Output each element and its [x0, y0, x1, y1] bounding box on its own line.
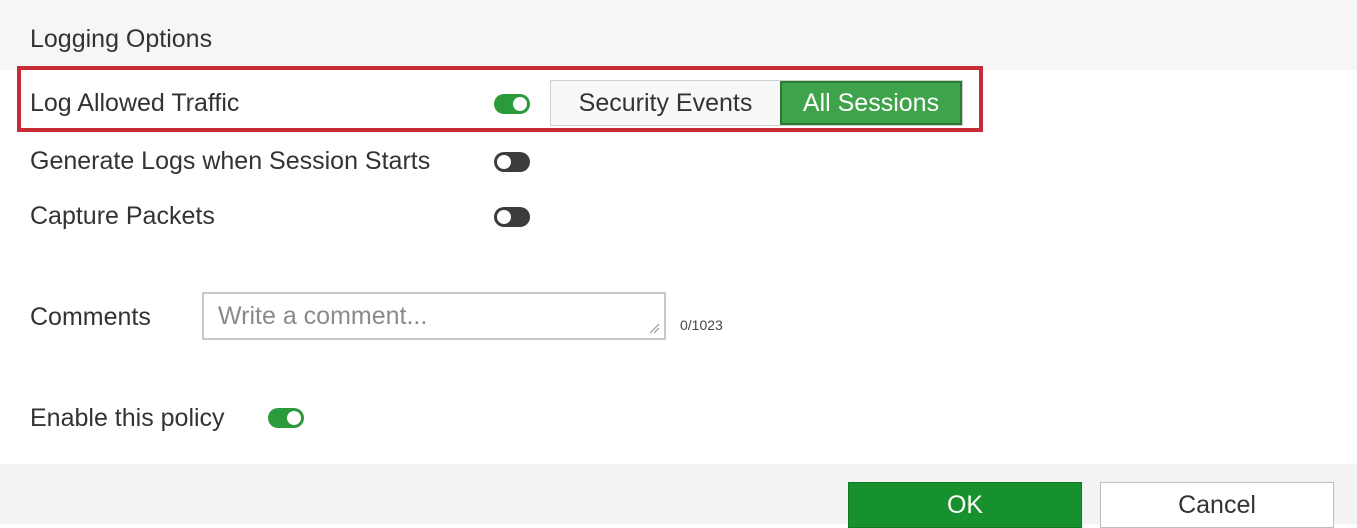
toggle-knob: [497, 210, 511, 224]
enable-policy-toggle[interactable]: [268, 408, 304, 428]
all-sessions-option[interactable]: All Sessions: [780, 81, 962, 125]
security-events-option[interactable]: Security Events: [551, 81, 780, 125]
enable-policy-label: Enable this policy: [30, 404, 225, 432]
logging-options-header: Logging Options: [0, 0, 1357, 70]
generate-logs-label: Generate Logs when Session Starts: [30, 147, 431, 175]
log-allowed-traffic-label: Log Allowed Traffic: [30, 89, 240, 117]
comments-input[interactable]: [202, 292, 666, 340]
toggle-knob: [513, 97, 527, 111]
log-traffic-segmented-control: Security Events All Sessions: [550, 80, 963, 126]
section-title: Logging Options: [30, 25, 213, 53]
cancel-button[interactable]: Cancel: [1100, 482, 1334, 528]
capture-packets-label: Capture Packets: [30, 202, 215, 230]
ok-button[interactable]: OK: [848, 482, 1082, 528]
toggle-knob: [497, 155, 511, 169]
log-allowed-traffic-toggle[interactable]: [494, 94, 530, 114]
generate-logs-toggle[interactable]: [494, 152, 530, 172]
comment-char-count: 0/1023: [680, 317, 723, 333]
toggle-knob: [287, 411, 301, 425]
resize-grip-icon[interactable]: [648, 322, 660, 334]
capture-packets-toggle[interactable]: [494, 207, 530, 227]
comments-label: Comments: [30, 303, 151, 331]
